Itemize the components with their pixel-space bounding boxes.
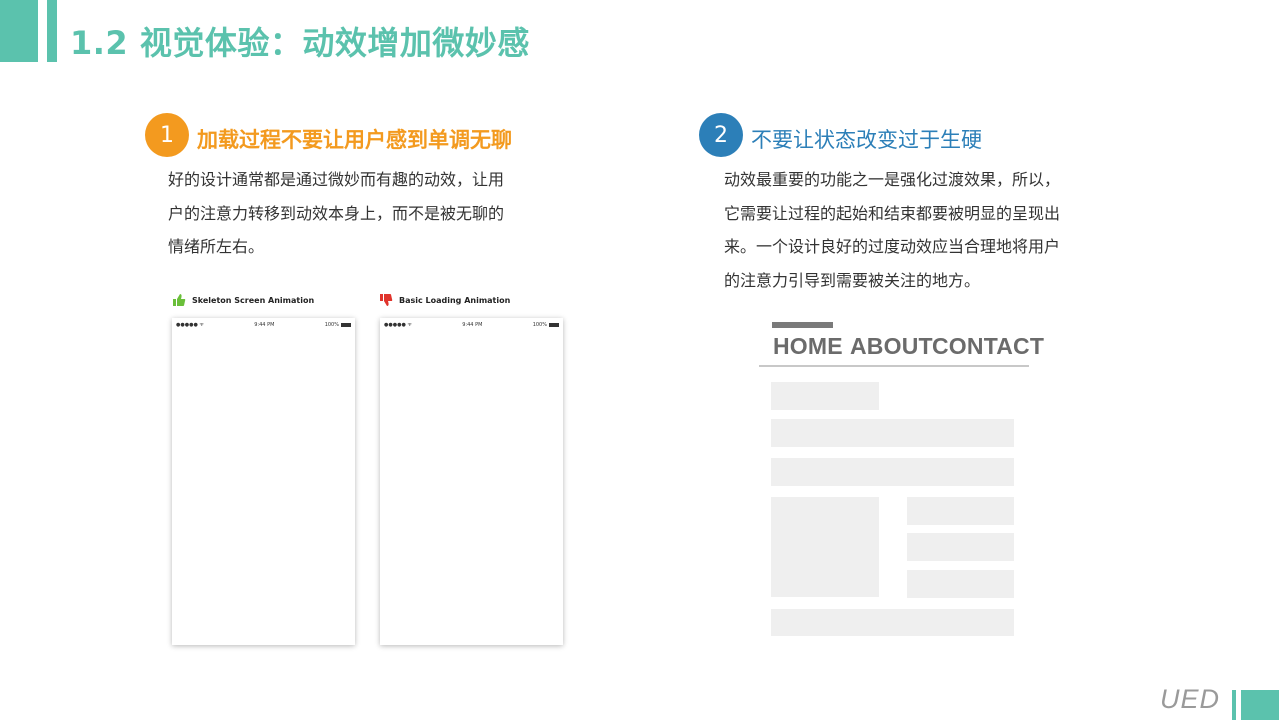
section-2-line: 动效最重要的功能之一是强化过渡效果，所以， [724, 170, 1061, 189]
wireframe-nav-home[interactable]: HOME [773, 333, 843, 360]
header-accent-bar-thin [47, 0, 57, 62]
section-2-title: 不要让状态改变过于生硬 [751, 128, 982, 152]
wireframe-block [771, 458, 1014, 486]
loading-mockup-label: Basic Loading Animation [379, 293, 510, 307]
section-1-line: 户的注意力转移到动效本身上，而不是被无聊的 [168, 203, 505, 223]
wireframe-block [907, 570, 1014, 598]
thumbs-up-icon [173, 294, 186, 306]
section-2-line: 它需要让过程的起始和结束都要被明显的呈现出 [724, 203, 1061, 223]
battery-indicator: 100% [533, 322, 559, 328]
ued-logo: UED [1160, 684, 1221, 714]
wireframe-block [771, 419, 1014, 447]
wireframe-nav-contact[interactable]: CONTACT [932, 333, 1044, 360]
section-1-line: 情绪所左右。 [168, 237, 265, 256]
signal-indicator: ●●●●● ᯤ [384, 322, 412, 328]
battery-icon [340, 322, 351, 327]
wireframe-block [771, 497, 879, 597]
status-time: 9:44 PM [254, 322, 275, 328]
status-time: 9:44 PM [462, 322, 483, 328]
section-1-number-badge: 1 [145, 113, 189, 157]
battery-indicator: 100% [325, 322, 351, 328]
skeleton-mockup-label: Skeleton Screen Animation [172, 293, 314, 307]
section-2-line: 来。一个设计良好的过度动效应当合理地将用户 [724, 237, 1061, 256]
section-1-line: 好的设计通常都是通过微妙而有趣的动效，让用 [168, 170, 505, 189]
signal-indicator: ●●●●● ᯤ [176, 322, 204, 328]
phone-status-bar: ●●●●● ᯤ 9:44 PM 100% [384, 321, 559, 329]
footer-accent-bar [1241, 690, 1279, 720]
wireframe-nav-about[interactable]: ABOUT [850, 333, 933, 360]
wireframe-block [771, 382, 879, 410]
section-1-body: 好的设计通常都是通过微妙而有趣的动效，让用 户的注意力转移到动效本身上，而不是被… [168, 163, 568, 264]
nav-underline [759, 365, 1029, 367]
section-2-number-badge: 2 [699, 113, 743, 157]
wireframe-block [907, 533, 1014, 561]
wireframe-block [907, 497, 1014, 525]
basic-loading-phone: ●●●●● ᯤ 9:44 PM 100% [380, 318, 563, 645]
section-1-title: 加载过程不要让用户感到单调无聊 [197, 128, 512, 152]
nav-active-indicator [772, 322, 833, 328]
battery-icon [548, 322, 559, 327]
footer-accent-bar-thin [1232, 690, 1236, 720]
section-2-line: 的注意力引导到需要被关注的地方。 [724, 270, 981, 290]
wireframe-block [771, 609, 1014, 636]
mockup-label-text: Skeleton Screen Animation [192, 295, 315, 305]
page-title: 1.2 视觉体验：动效增加微妙感 [70, 24, 530, 62]
mockup-label-text: Basic Loading Animation [399, 295, 511, 305]
skeleton-screen-phone: ●●●●● ᯤ 9:44 PM 100% [172, 318, 355, 645]
header-accent-bar [0, 0, 38, 62]
thumbs-down-icon [380, 294, 393, 306]
section-2-body: 动效最重要的功能之一是强化过渡效果，所以， 它需要让过程的起始和结束都要被明显的… [724, 163, 1124, 297]
phone-status-bar: ●●●●● ᯤ 9:44 PM 100% [176, 321, 351, 329]
